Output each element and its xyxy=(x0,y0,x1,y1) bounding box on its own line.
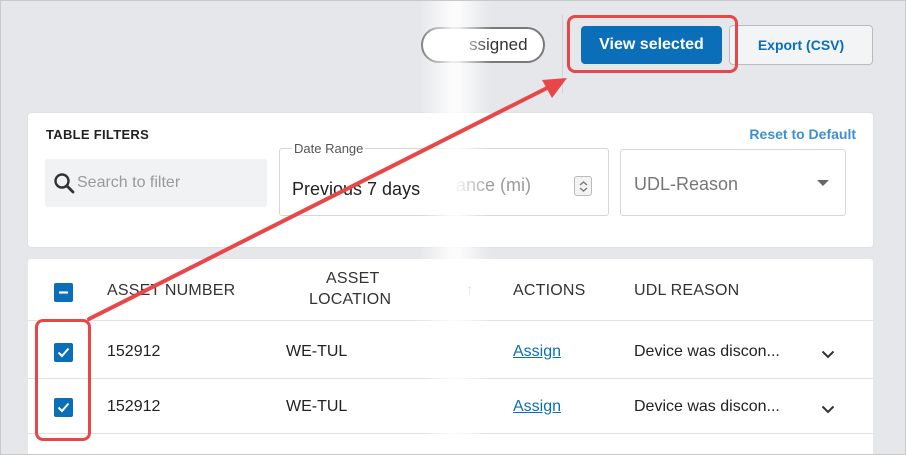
search-icon xyxy=(53,172,75,194)
asset-number-cell: 152912 xyxy=(107,343,161,360)
table-filters-panel: TABLE FILTERS Reset to Default Date Rang… xyxy=(28,113,873,247)
stepper-icon[interactable] xyxy=(574,176,592,196)
assigned-toggle[interactable]: ssigned xyxy=(421,27,545,63)
select-all-checkbox[interactable] xyxy=(54,283,73,302)
udl-reason-select[interactable]: UDL-Reason xyxy=(620,149,846,216)
search-input[interactable] xyxy=(77,171,257,195)
distance-input-placeholder[interactable]: ance (mi) xyxy=(456,175,531,196)
dropdown-caret-icon xyxy=(817,180,829,186)
header-asset-location-line1[interactable]: ASSET xyxy=(326,270,379,288)
chevron-down-icon[interactable] xyxy=(821,346,835,364)
table-filters-title: TABLE FILTERS xyxy=(46,127,150,142)
reset-to-default-link[interactable]: Reset to Default xyxy=(749,126,856,142)
toolbar-divider xyxy=(562,15,563,93)
annotation-highlight-row-checkboxes xyxy=(35,319,91,441)
udl-reason-placeholder: UDL-Reason xyxy=(634,174,739,194)
date-range-label: Date Range xyxy=(292,141,366,156)
header-udl-reason[interactable]: UDL REASON xyxy=(634,282,739,300)
table-row[interactable]: 152912 WE-TUL Assign Device was discon..… xyxy=(28,324,873,379)
header-asset-number[interactable]: ASSET NUMBER xyxy=(107,282,235,300)
udl-reason-cell: Device was discon... xyxy=(634,343,780,360)
header-actions: ACTIONS xyxy=(513,282,586,299)
assign-link[interactable]: Assign xyxy=(513,343,561,361)
annotation-highlight-view-selected xyxy=(567,15,738,73)
minus-checkbox-icon xyxy=(59,291,68,294)
assets-table: ASSET NUMBER ASSET LOCATION ↑ ACTIONS UD… xyxy=(28,259,873,454)
chevron-down-icon[interactable] xyxy=(821,401,835,419)
search-field[interactable] xyxy=(45,159,267,207)
date-range-select[interactable]: Date Range Previous 7 days xyxy=(279,141,609,216)
asset-number-cell: 152912 xyxy=(107,398,161,415)
screenshot-frame: ssigned View selected Export (CSV) TABLE… xyxy=(0,0,906,455)
asset-location-cell: WE-TUL xyxy=(286,398,348,415)
table-row[interactable]: 152912 WE-TUL Assign Device was discon..… xyxy=(28,379,873,434)
table-header-row: ASSET NUMBER ASSET LOCATION ↑ ACTIONS UD… xyxy=(28,259,873,321)
sort-arrow-icon[interactable]: ↑ xyxy=(466,281,473,297)
assigned-toggle-label: ssigned xyxy=(469,35,528,54)
header-asset-location-line2[interactable]: LOCATION xyxy=(309,291,391,309)
asset-location-cell: WE-TUL xyxy=(286,343,348,360)
udl-reason-cell: Device was discon... xyxy=(634,398,780,415)
export-csv-button[interactable]: Export (CSV) xyxy=(729,25,873,65)
date-range-value: Previous 7 days xyxy=(292,179,421,199)
assign-link[interactable]: Assign xyxy=(513,398,561,416)
